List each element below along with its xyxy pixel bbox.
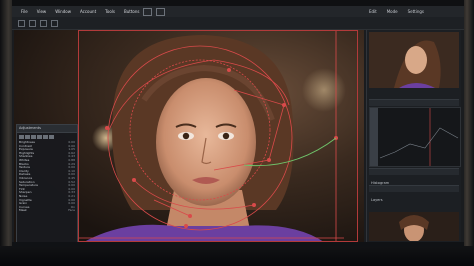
status-bar	[12, 242, 464, 247]
adjustments-panel: Adjustments Brightness 0.00 Contrast 0.00 Ex…	[16, 124, 78, 244]
layer-thumbnail[interactable]	[369, 212, 459, 241]
navigator-header: Navigator	[369, 99, 459, 116]
outer-bezel-bottom	[0, 246, 474, 266]
adjustment-list: Brightness 0.00 Contrast 0.00 Exposure 1.05 Hi…	[17, 140, 77, 213]
menu-mode[interactable]: Mode	[387, 6, 398, 17]
layers-label: Layers	[371, 198, 383, 202]
panel-title: Adjustments	[17, 125, 77, 133]
layers-header: Layers	[369, 185, 459, 202]
menu-view[interactable]: View	[37, 6, 47, 17]
swatch[interactable]	[31, 135, 36, 139]
transform-icon[interactable]	[143, 7, 153, 16]
eraser-icon[interactable]	[51, 20, 58, 27]
histogram-header: Histogram	[369, 168, 459, 185]
brush-icon[interactable]	[40, 20, 47, 27]
menu-buttons[interactable]: Buttons	[124, 6, 139, 17]
swatch[interactable]	[25, 135, 30, 139]
adjustment-row[interactable]: Mask Face	[17, 209, 77, 213]
outer-bezel-right	[464, 0, 474, 266]
move-icon[interactable]	[18, 20, 25, 27]
menu-tools[interactable]: Tools	[105, 6, 115, 17]
swatch[interactable]	[37, 135, 42, 139]
adjustment-value[interactable]: Face	[68, 209, 75, 213]
navigator-thumbnail[interactable]	[369, 32, 459, 88]
outer-bezel-left	[0, 0, 12, 266]
select-icon[interactable]	[29, 20, 36, 27]
crop-frame[interactable]	[78, 30, 358, 242]
menu-account[interactable]: Account	[80, 6, 96, 17]
menu-window[interactable]: Window	[55, 6, 71, 17]
swatch[interactable]	[49, 135, 54, 139]
menu-file[interactable]: File	[21, 6, 28, 17]
crop-icon[interactable]	[156, 7, 166, 16]
menu-right-group: Edit Mode Settings	[359, 6, 424, 17]
menu-edit[interactable]: Edit	[369, 6, 377, 17]
swatch[interactable]	[43, 135, 48, 139]
swatch[interactable]	[19, 135, 24, 139]
menu-settings[interactable]: Settings	[408, 6, 424, 17]
tool-options-bar	[12, 17, 464, 30]
histogram-view	[369, 107, 461, 167]
adjustment-label: Mask	[19, 208, 27, 213]
